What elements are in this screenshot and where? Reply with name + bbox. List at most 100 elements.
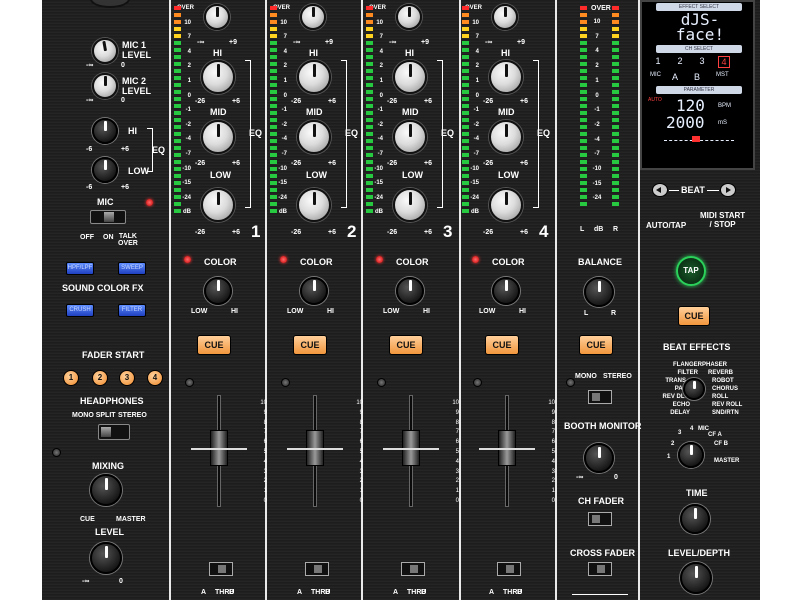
- headphone-level-knob[interactable]: [90, 542, 122, 574]
- ch2-color-knob[interactable]: [300, 277, 328, 305]
- meter-segment: [270, 188, 277, 192]
- ch4-assign-nub: [506, 565, 514, 573]
- ch4-fader-scale: 7: [551, 429, 555, 436]
- effect-channel-knob[interactable]: [678, 442, 704, 468]
- ch4-trim-knob[interactable]: [492, 4, 518, 30]
- ch3-mid-knob[interactable]: [393, 120, 427, 154]
- master-cue-button[interactable]: CUE: [579, 335, 613, 355]
- level-depth-knob[interactable]: [680, 562, 712, 594]
- ch1-low-max: +6: [232, 229, 240, 236]
- mono-stereo-switch[interactable]: [588, 390, 612, 404]
- ch2-fader-scale: 9: [359, 409, 363, 416]
- sound-color-fx-button-1[interactable]: HPF/LPF: [66, 262, 94, 275]
- fader-start-button-4[interactable]: 4: [147, 370, 163, 386]
- ch1-color-knob[interactable]: [204, 277, 232, 305]
- master-meter-label: 10: [593, 19, 601, 25]
- ch3-cue-button[interactable]: CUE: [389, 335, 423, 355]
- fader-start-button-2[interactable]: 2: [92, 370, 108, 386]
- ch1-mid-min: -26: [195, 160, 206, 167]
- mic-low-knob[interactable]: [92, 157, 118, 183]
- ch3-trim-min: -∞: [389, 39, 397, 46]
- ch2-hi-knob[interactable]: [297, 60, 331, 94]
- fader-start-button-3[interactable]: 3: [119, 370, 135, 386]
- ch2-hi-max: +6: [328, 98, 336, 105]
- mic2-level-knob[interactable]: [92, 73, 118, 99]
- ch3-hi-knob[interactable]: [393, 60, 427, 94]
- meter-segment: [580, 146, 587, 150]
- tap-button[interactable]: TAP: [676, 256, 706, 286]
- meter-segment: [612, 202, 619, 206]
- ch1-low-knob[interactable]: [201, 188, 235, 222]
- booth-monitor-knob[interactable]: [584, 443, 614, 473]
- meter-segment: [612, 188, 619, 192]
- ch2-low-knob[interactable]: [297, 188, 331, 222]
- ch3-channel-fader[interactable]: [383, 430, 439, 466]
- ch4-channel-fader[interactable]: [479, 430, 535, 466]
- time-knob[interactable]: [680, 504, 710, 534]
- meter-segment: [366, 181, 373, 185]
- mono-split-switch[interactable]: [98, 424, 130, 440]
- ch1-hi-knob-pointer: [216, 63, 220, 77]
- hp-stereo-label: STEREO: [118, 412, 147, 419]
- ch4-low-knob[interactable]: [489, 188, 523, 222]
- ch3-low-knob[interactable]: [393, 188, 427, 222]
- cross-fader-curve-nub: [597, 565, 605, 573]
- meter-segment: [270, 90, 277, 94]
- ch3-color-label: COLOR: [396, 257, 429, 267]
- ch4-hi-knob[interactable]: [489, 60, 523, 94]
- balance-knob[interactable]: [584, 277, 614, 307]
- ch1-cue-button[interactable]: CUE: [197, 335, 231, 355]
- headphone-level-knob-pointer: [104, 545, 108, 558]
- level-label: LEVEL: [95, 527, 125, 537]
- ch2-mid-knob[interactable]: [297, 120, 331, 154]
- ch4-mid-knob[interactable]: [489, 120, 523, 154]
- ch2-cue-button[interactable]: CUE: [293, 335, 327, 355]
- ch4-mid-min: -26: [483, 160, 494, 167]
- beat-left-icon: [656, 187, 661, 193]
- hp-level-min: -∞: [82, 578, 90, 585]
- effect-left: REV DLY: [662, 394, 688, 400]
- ch2-trim-min: -∞: [293, 39, 301, 46]
- sound-color-fx-button-2[interactable]: SWEEP: [118, 262, 146, 275]
- master-meter-label: -4: [594, 136, 600, 143]
- mic1-level-knob[interactable]: [92, 38, 118, 64]
- sound-color-fx-button-4[interactable]: FILTER: [118, 304, 146, 317]
- ch4-cue-button[interactable]: CUE: [485, 335, 519, 355]
- ch3-low-label: LOW: [402, 170, 423, 180]
- ch1-hi-knob[interactable]: [201, 60, 235, 94]
- ch1-trim-knob[interactable]: [204, 4, 230, 30]
- ch3-color-knob[interactable]: [396, 277, 424, 305]
- meter-segment: [612, 90, 619, 94]
- ch2-trim-knob[interactable]: [300, 4, 326, 30]
- ch1-mid-max: +6: [232, 160, 240, 167]
- effect-left: DELAY: [670, 410, 690, 416]
- ch1-mid-knob[interactable]: [201, 120, 235, 154]
- meter-segment: [612, 13, 619, 17]
- fader-start-button-1[interactable]: 1: [63, 370, 79, 386]
- ch2-crossfader-assign-switch[interactable]: [305, 562, 329, 576]
- ch2-channel-fader[interactable]: [287, 430, 343, 466]
- ch1-fader-scale: 0: [263, 498, 267, 504]
- ch-fader-curve-switch[interactable]: [588, 512, 612, 526]
- mic-hi-knob[interactable]: [92, 118, 118, 144]
- ch4-crossfader-assign-switch[interactable]: [497, 562, 521, 576]
- ch4-trim-knob-pointer: [503, 7, 507, 17]
- effects-cue-button[interactable]: CUE: [678, 306, 710, 326]
- ch2-trim-knob-pointer: [311, 7, 315, 17]
- panel-divider: [169, 0, 171, 600]
- mic-switch[interactable]: [90, 210, 126, 224]
- mixing-knob[interactable]: [90, 474, 122, 506]
- ch3-crossfader-assign-switch[interactable]: [401, 562, 425, 576]
- ch1-level-meter: [174, 6, 181, 216]
- ch1-crossfader-assign-switch[interactable]: [209, 562, 233, 576]
- ch3-fader-scale: 7: [455, 429, 459, 436]
- mic-hi-max: +6: [121, 146, 129, 153]
- ch1-channel-fader[interactable]: [191, 430, 247, 466]
- effect-select-knob[interactable]: [683, 378, 705, 400]
- ch4-color-knob[interactable]: [492, 277, 520, 305]
- meter-segment: [580, 55, 587, 59]
- meter-segment: [462, 34, 469, 38]
- sound-color-fx-button-3[interactable]: CRUSH: [66, 304, 94, 317]
- ch3-trim-knob[interactable]: [396, 4, 422, 30]
- cross-fader-curve-switch[interactable]: [588, 562, 612, 576]
